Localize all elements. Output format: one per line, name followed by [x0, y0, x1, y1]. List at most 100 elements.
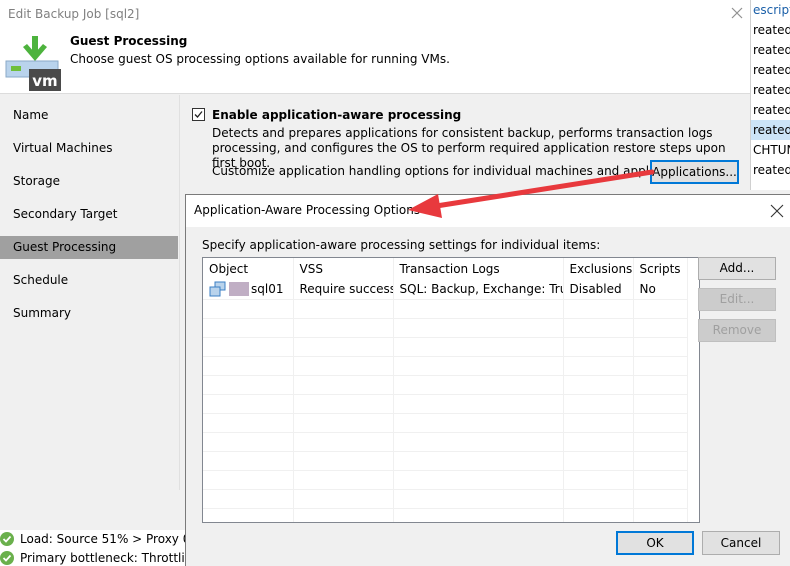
step-storage[interactable]: Storage [0, 170, 178, 193]
background-row: CHTUN [753, 143, 790, 157]
enable-app-aware-label[interactable]: Enable application-aware processing [212, 108, 461, 122]
empty-cell [393, 470, 564, 490]
empty-cell [563, 299, 634, 319]
list-header: Object VSS Transaction Logs Exclusions S… [203, 258, 688, 280]
empty-cell [293, 413, 394, 433]
empty-row [203, 508, 688, 522]
background-row: reated [753, 43, 790, 57]
empty-cell [203, 356, 294, 376]
empty-cell [293, 508, 394, 522]
check-circle-icon [0, 551, 14, 565]
empty-cell [293, 337, 394, 357]
empty-cell [563, 508, 634, 522]
object-name: sql01 [251, 282, 284, 297]
step-virtual-machines[interactable]: Virtual Machines [0, 137, 178, 160]
close-icon[interactable] [728, 4, 746, 22]
edit-button[interactable]: Edit... [698, 288, 776, 311]
step-schedule[interactable]: Schedule [0, 269, 178, 292]
cell-vss: Require success [293, 280, 394, 300]
job-status-area: Load: Source 51% > Proxy 0% > Primary bo… [0, 530, 216, 566]
empty-cell [203, 489, 294, 509]
wizard-steps-sidebar: Name Virtual Machines Storage Secondary … [0, 95, 180, 490]
empty-row [203, 356, 688, 376]
background-column-header: escripti [753, 3, 790, 17]
empty-cell [203, 299, 294, 319]
column-header-scripts[interactable]: Scripts [633, 258, 688, 280]
empty-cell [393, 432, 564, 452]
empty-cell [393, 299, 564, 319]
empty-cell [393, 375, 564, 395]
empty-row [203, 375, 688, 395]
empty-cell [563, 413, 634, 433]
status-text: Primary bottleneck: Throttling [20, 551, 200, 565]
empty-cell [393, 451, 564, 471]
empty-cell [293, 318, 394, 338]
empty-cell [203, 508, 294, 522]
empty-cell [203, 413, 294, 433]
svg-text:vm: vm [32, 72, 57, 90]
step-title: Guest Processing [70, 34, 188, 48]
step-secondary-target[interactable]: Secondary Target [0, 203, 178, 226]
empty-cell [293, 451, 394, 471]
empty-cell [563, 451, 634, 471]
wizard-titlebar: Edit Backup Job [sql2] [0, 0, 750, 30]
empty-cell [563, 375, 634, 395]
app-aware-processing-dialog: Application-Aware Processing Options Spe… [185, 194, 790, 566]
empty-row [203, 489, 688, 509]
ok-button[interactable]: OK [616, 531, 694, 555]
background-row: reated [753, 23, 790, 37]
empty-cell [633, 508, 688, 522]
empty-cell [563, 356, 634, 376]
empty-row [203, 432, 688, 452]
empty-cell [393, 508, 564, 522]
empty-row [203, 318, 688, 338]
empty-cell [203, 432, 294, 452]
add-button[interactable]: Add... [698, 257, 776, 280]
remove-button[interactable]: Remove [698, 319, 776, 342]
table-row[interactable]: sql01 Require success SQL: Backup, Excha… [203, 280, 688, 300]
vm-group-icon [209, 281, 226, 297]
empty-cell [633, 375, 688, 395]
empty-cell [293, 375, 394, 395]
step-name[interactable]: Name [0, 104, 178, 127]
enable-app-aware-checkbox[interactable] [192, 108, 205, 121]
empty-row [203, 451, 688, 471]
column-header-object[interactable]: Object [203, 258, 294, 280]
empty-cell [633, 337, 688, 357]
empty-cell [563, 394, 634, 414]
background-row: reated [753, 63, 790, 77]
cell-object: sql01 [203, 280, 294, 300]
empty-cell [563, 337, 634, 357]
background-row: reated [753, 103, 790, 117]
empty-cell [393, 356, 564, 376]
status-row: Load: Source 51% > Proxy 0% > [0, 530, 216, 548]
step-guest-processing[interactable]: Guest Processing [0, 236, 178, 259]
empty-cell [393, 489, 564, 509]
dialog-instruction: Specify application-aware processing set… [202, 238, 601, 252]
cell-exclusions: Disabled [563, 280, 634, 300]
empty-cell [293, 470, 394, 490]
redacted-text [229, 282, 249, 297]
column-header-transaction-logs[interactable]: Transaction Logs [393, 258, 564, 280]
empty-cell [633, 432, 688, 452]
status-row: Primary bottleneck: Throttling [0, 549, 200, 566]
empty-cell [293, 394, 394, 414]
empty-cell [393, 318, 564, 338]
empty-row [203, 337, 688, 357]
empty-cell [633, 489, 688, 509]
cancel-button[interactable]: Cancel [702, 531, 780, 555]
column-header-vss[interactable]: VSS [293, 258, 394, 280]
step-summary[interactable]: Summary [0, 302, 178, 325]
empty-cell [633, 356, 688, 376]
background-row: reated [753, 163, 790, 177]
items-list[interactable]: Object VSS Transaction Logs Exclusions S… [202, 257, 700, 523]
empty-row [203, 470, 688, 490]
applications-button[interactable]: Applications... [650, 160, 739, 184]
checkmark-icon [194, 111, 203, 118]
column-header-exclusions[interactable]: Exclusions [563, 258, 634, 280]
cell-scripts: No [633, 280, 688, 300]
close-icon[interactable] [770, 204, 784, 218]
empty-cell [203, 318, 294, 338]
cell-transaction-logs: SQL: Backup, Exchange: Tru... [393, 280, 564, 300]
empty-cell [203, 394, 294, 414]
